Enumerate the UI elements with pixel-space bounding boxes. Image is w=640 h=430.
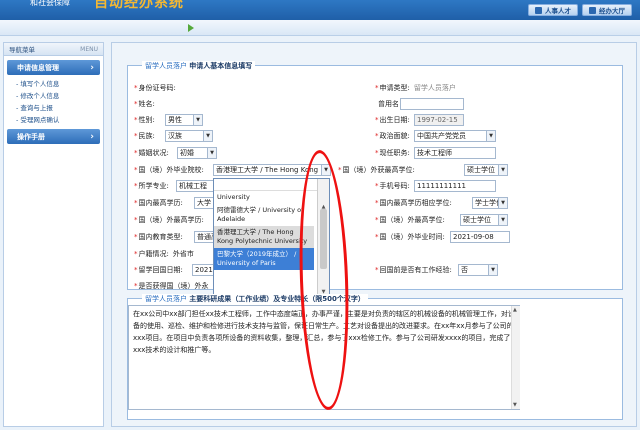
section-label: 申请信息管理 xyxy=(17,63,59,72)
achievements-textarea[interactable]: 在xx公司中xx部门担任xx技术工程师，工作中态度端正，办事严谨，主要是对负责的… xyxy=(128,305,520,410)
job-title-label: * 现任职务: xyxy=(375,149,410,157)
return-date-input[interactable]: 2021- xyxy=(192,264,214,276)
major-input[interactable]: 机械工程 xyxy=(176,180,214,192)
grad-time-label: * 国（境）外毕业时间: xyxy=(375,233,445,241)
foreign-school-label: * 国（境）外毕业院校: xyxy=(134,166,204,174)
scrollbar-thumb[interactable] xyxy=(320,209,327,269)
phone-label: * 手机号码: xyxy=(375,182,410,190)
political-select[interactable]: 中国共产党党员 ▼ xyxy=(414,130,496,142)
top-nav: 人事人才 经办大厅 xyxy=(528,4,632,16)
dropdown-option-selected[interactable]: 巴黎大学（2019年成立） / University of Paris xyxy=(214,248,314,270)
domestic-degree-label: * 国内最高学历相应学位: xyxy=(375,199,452,207)
other-label: * 是否获得国（境）外永 xyxy=(134,282,209,290)
foreign-degree2-label: * 国（境）外最高学位: xyxy=(375,216,445,224)
nav-button-hall[interactable]: 经办大厅 xyxy=(582,4,632,16)
ethnicity-select[interactable]: 汉族 ▼ xyxy=(165,130,213,142)
chevron-down-icon: ▼ xyxy=(486,131,495,141)
apply-type-field: * 申请类型: 留学人员落户 xyxy=(375,84,456,92)
nav-label: 人事人才 xyxy=(545,7,571,15)
chevron-down-icon: ▼ xyxy=(488,265,497,275)
textarea-scrollbar[interactable]: ▲ ▼ xyxy=(511,306,520,409)
domestic-degree-select[interactable]: 学士学位 ▼ xyxy=(472,197,508,209)
scroll-up-icon[interactable]: ▲ xyxy=(513,307,517,313)
nav-label: 经办大厅 xyxy=(599,7,625,15)
chevron-down-icon: ▼ xyxy=(321,165,330,175)
return-date-label: * 留学回国日期: xyxy=(134,266,183,274)
marital-select[interactable]: 初婚 ▼ xyxy=(177,147,217,159)
dropdown-option[interactable]: University xyxy=(214,191,314,204)
sidebar-title: 导航菜单 xyxy=(9,46,35,54)
school-dropdown-list[interactable]: University 阿德雷德大学 / University of Adelai… xyxy=(213,178,330,298)
chevron-down-icon: ▼ xyxy=(207,148,216,158)
menu-label: MENU xyxy=(80,45,98,53)
domestic-type-label: * 国内教育类型: xyxy=(134,233,183,241)
foreign-degree-label: * 国（境）外获最高学位: xyxy=(338,166,415,174)
chevron-right-icon: › xyxy=(90,131,94,142)
marital-label: * 婚姻状况: xyxy=(134,149,169,157)
ethnicity-label: * 民族: xyxy=(134,132,155,140)
sidebar-section-manual[interactable]: 操作手册 › xyxy=(7,129,100,144)
sidebar-item-edit[interactable]: - 修改个人信息 xyxy=(4,89,103,101)
dropdown-search[interactable] xyxy=(214,179,329,191)
toolbar xyxy=(0,20,640,36)
org-name: 和社会保障 xyxy=(30,0,70,7)
foreign-edu-label: * 国（境）外最高学历: xyxy=(134,216,204,224)
foreign-school-select[interactable]: 香港理工大学 / The Hong Kong Polytechnic Unive… xyxy=(213,164,331,176)
scroll-down-icon[interactable]: ▼ xyxy=(513,402,517,408)
dropdown-option[interactable]: 阿德雷德大学 / University of Adelaide xyxy=(214,204,314,226)
sidebar-item-confirm[interactable]: - 受理网点确认 xyxy=(4,113,103,125)
birth-date-input[interactable]: 1997-02-15 xyxy=(414,114,464,126)
sidebar-header: 导航菜单 MENU xyxy=(4,43,103,56)
former-name-label: 曾用名 xyxy=(378,100,399,108)
chevron-right-icon: › xyxy=(90,62,94,73)
section-label: 操作手册 xyxy=(17,132,45,141)
arrow-right-icon[interactable] xyxy=(188,24,194,32)
chevron-down-icon: ▼ xyxy=(193,115,202,125)
chevron-down-icon: ▼ xyxy=(203,131,212,141)
person-icon xyxy=(535,6,542,14)
panel-title: 留学人员落户 申请人基本信息填写 xyxy=(142,61,256,71)
gender-select[interactable]: 男性 ▼ xyxy=(165,114,203,126)
dropdown-option[interactable]: 香港理工大学 / The Hong Kong Polytechnic Unive… xyxy=(214,226,314,248)
major-label: * 所学专业: xyxy=(134,182,169,190)
birth-date-label: * 出生日期: xyxy=(375,116,410,124)
sidebar-section-apply[interactable]: 申请信息管理 › xyxy=(7,60,100,75)
gender-label: * 性别: xyxy=(134,116,155,124)
domestic-edu-select[interactable]: 大学 xyxy=(194,197,214,209)
app-header: 和社会保障 自动经办系统 人事人才 经办大厅 xyxy=(0,0,640,20)
grad-time-input[interactable]: 2021-09-08 xyxy=(450,231,510,243)
hukou-label: * 户籍情况: 外省市 xyxy=(134,250,194,258)
phone-input[interactable]: 11111111111 xyxy=(414,180,496,192)
panel-title: 留学人员落户 主要科研成果（工作业绩）及专业特长（限500个汉字） xyxy=(142,294,368,304)
chevron-down-icon: ▼ xyxy=(498,215,507,225)
nav-button-talent[interactable]: 人事人才 xyxy=(528,4,578,16)
sidebar-item-query[interactable]: - 查询与上报 xyxy=(4,101,103,113)
work-exp-select[interactable]: 否 ▼ xyxy=(458,264,498,276)
foreign-degree-select[interactable]: 硕士学位 ▼ xyxy=(464,164,508,176)
political-label: * 政治面貌: xyxy=(375,132,410,140)
domestic-type-select[interactable]: 普通高 xyxy=(194,231,214,243)
former-name-input[interactable] xyxy=(400,98,464,110)
sidebar: 导航菜单 MENU 申请信息管理 › - 填写个人信息 - 修改个人信息 - 查… xyxy=(3,42,104,427)
work-exp-label: * 回国前是否有工作经验: xyxy=(375,266,452,274)
chevron-down-icon: ▼ xyxy=(498,165,507,175)
chevron-down-icon: ▼ xyxy=(498,198,507,208)
foreign-degree2-select[interactable]: 硕士学位 ▼ xyxy=(460,214,508,226)
hall-icon xyxy=(589,6,596,14)
domestic-edu-label: * 国内最高学历: xyxy=(134,199,183,207)
name-label: * 姓名: xyxy=(134,100,155,108)
job-title-input[interactable]: 技术工程师 xyxy=(414,147,496,159)
id-number-label: * 身份证号码: xyxy=(134,84,176,92)
system-title: 自动经办系统 xyxy=(94,0,184,11)
dropdown-scrollbar[interactable]: ▲ ▼ xyxy=(317,179,329,297)
sidebar-item-fill[interactable]: - 填写个人信息 xyxy=(4,77,103,89)
